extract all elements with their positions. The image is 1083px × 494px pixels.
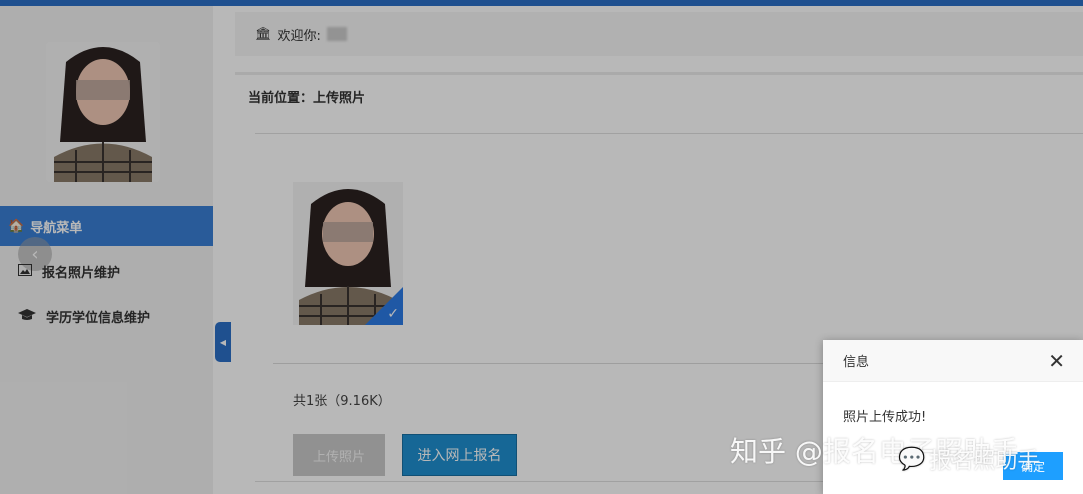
watermark-label: 报名照助手 — [929, 443, 1039, 475]
wechat-watermark: 💬 报名照助手 — [898, 443, 1039, 475]
close-icon[interactable]: ✕ — [1048, 351, 1065, 371]
dialog-header: 信息 ✕ — [823, 340, 1083, 382]
dialog-title: 信息 — [843, 351, 869, 370]
dialog-message: 照片上传成功! — [843, 406, 926, 425]
wechat-icon: 💬 — [898, 447, 925, 472]
